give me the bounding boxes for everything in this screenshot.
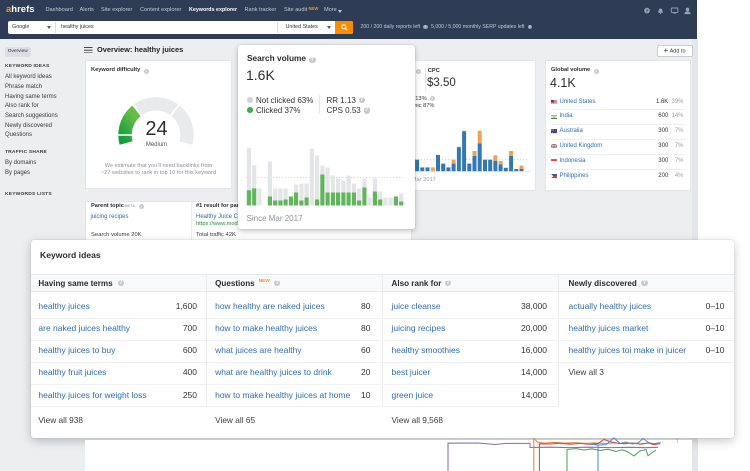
svg-text:?: ? [646,8,649,13]
svg-text:1: 1 [676,439,679,445]
